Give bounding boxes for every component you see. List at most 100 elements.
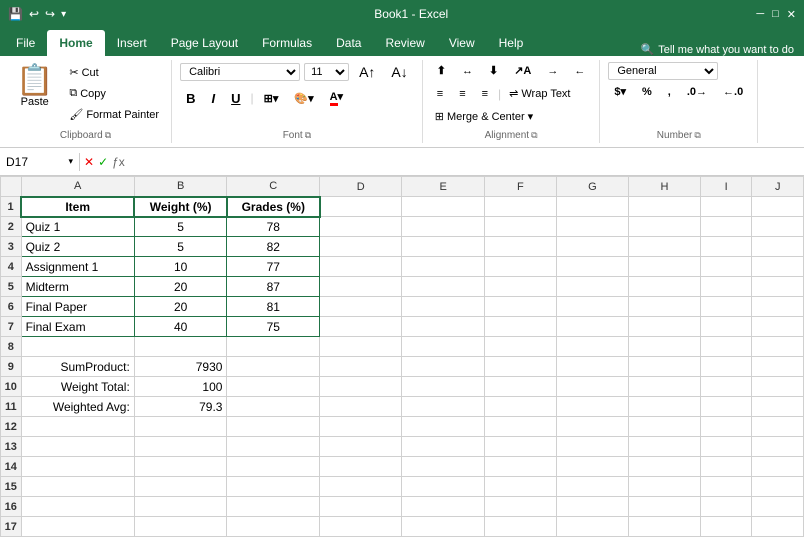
cell-10-G[interactable] (556, 377, 628, 397)
cell-13-D[interactable] (320, 437, 402, 457)
cell-17-B[interactable] (134, 517, 227, 537)
font-family-select[interactable]: Calibri Arial Times New Roman (180, 63, 300, 81)
cell-11-H[interactable] (628, 397, 700, 417)
cell-13-E[interactable] (402, 437, 484, 457)
cell-17-C[interactable] (227, 517, 320, 537)
cell-2-I[interactable] (700, 217, 751, 237)
row-header-6[interactable]: 6 (1, 297, 22, 317)
cell-9-A[interactable]: SumProduct: (21, 357, 134, 377)
col-header-b[interactable]: B (134, 177, 227, 197)
fill-color-button[interactable]: 🎨▾ (288, 90, 319, 107)
cell-9-H[interactable] (628, 357, 700, 377)
insert-function-icon[interactable]: ƒx (112, 155, 125, 169)
col-header-i[interactable]: I (700, 177, 751, 197)
cell-11-F[interactable] (484, 397, 556, 417)
cell-12-C[interactable] (227, 417, 320, 437)
cell-8-B[interactable] (134, 337, 227, 357)
cell-14-G[interactable] (556, 457, 628, 477)
cell-1-B[interactable]: Weight (%) (134, 197, 227, 217)
comma-button[interactable]: , (662, 84, 677, 100)
confirm-formula-icon[interactable]: ✓ (98, 155, 108, 169)
cell-6-F[interactable] (484, 297, 556, 317)
cell-1-C[interactable]: Grades (%) (227, 197, 320, 217)
cell-11-C[interactable] (227, 397, 320, 417)
cell-11-I[interactable] (700, 397, 751, 417)
cell-16-E[interactable] (402, 497, 484, 517)
cell-17-A[interactable] (21, 517, 134, 537)
cell-8-I[interactable] (700, 337, 751, 357)
cell-6-B[interactable]: 20 (134, 297, 227, 317)
align-middle-button[interactable]: ↔ (456, 63, 479, 79)
cell-6-C[interactable]: 81 (227, 297, 320, 317)
bold-button[interactable]: B (180, 89, 201, 108)
decrease-decimal-button[interactable]: ←.0 (717, 84, 749, 100)
orientation-button[interactable]: ↗A (508, 62, 537, 79)
row-header-3[interactable]: 3 (1, 237, 22, 257)
cell-2-F[interactable] (484, 217, 556, 237)
cell-5-G[interactable] (556, 277, 628, 297)
tell-me-text[interactable]: Tell me what you want to do (658, 44, 794, 56)
cell-3-D[interactable] (320, 237, 402, 257)
row-header-5[interactable]: 5 (1, 277, 22, 297)
cell-4-J[interactable] (752, 257, 804, 277)
row-header-9[interactable]: 9 (1, 357, 22, 377)
col-header-a[interactable]: A (21, 177, 134, 197)
merge-center-button[interactable]: ⊞ Merge & Center ▾ (431, 108, 537, 125)
cell-10-J[interactable] (752, 377, 804, 397)
cell-4-H[interactable] (628, 257, 700, 277)
formula-input[interactable] (129, 153, 804, 171)
cell-14-F[interactable] (484, 457, 556, 477)
merge-dropdown-icon[interactable]: ▾ (528, 110, 534, 123)
cell-4-A[interactable]: Assignment 1 (21, 257, 134, 277)
tab-view[interactable]: View (437, 30, 487, 56)
cell-7-F[interactable] (484, 317, 556, 337)
cell-7-G[interactable] (556, 317, 628, 337)
cell-8-C[interactable] (227, 337, 320, 357)
cell-15-I[interactable] (700, 477, 751, 497)
cell-5-J[interactable] (752, 277, 804, 297)
col-header-d[interactable]: D (320, 177, 402, 197)
cell-16-A[interactable] (21, 497, 134, 517)
cell-14-H[interactable] (628, 457, 700, 477)
cell-4-G[interactable] (556, 257, 628, 277)
cell-2-G[interactable] (556, 217, 628, 237)
cell-14-B[interactable] (134, 457, 227, 477)
cell-8-G[interactable] (556, 337, 628, 357)
cell-17-E[interactable] (402, 517, 484, 537)
cell-15-F[interactable] (484, 477, 556, 497)
increase-decimal-button[interactable]: .0→ (681, 84, 713, 100)
cell-12-J[interactable] (752, 417, 804, 437)
paste-button[interactable]: 📋 Paste (8, 62, 61, 112)
cell-13-A[interactable] (21, 437, 134, 457)
cell-3-F[interactable] (484, 237, 556, 257)
cell-5-F[interactable] (484, 277, 556, 297)
tab-review[interactable]: Review (373, 30, 436, 56)
cell-10-F[interactable] (484, 377, 556, 397)
cell-9-F[interactable] (484, 357, 556, 377)
number-format-select[interactable]: General Number Currency Percentage (608, 62, 718, 80)
close-button[interactable]: ✕ (787, 8, 796, 21)
save-icon[interactable]: 💾 (8, 7, 23, 21)
cell-3-B[interactable]: 5 (134, 237, 227, 257)
row-header-4[interactable]: 4 (1, 257, 22, 277)
cell-14-J[interactable] (752, 457, 804, 477)
cell-8-J[interactable] (752, 337, 804, 357)
cell-14-D[interactable] (320, 457, 402, 477)
cell-16-D[interactable] (320, 497, 402, 517)
cell-13-F[interactable] (484, 437, 556, 457)
cell-14-C[interactable] (227, 457, 320, 477)
cell-11-E[interactable] (402, 397, 484, 417)
cell-15-B[interactable] (134, 477, 227, 497)
cell-5-H[interactable] (628, 277, 700, 297)
cell-8-D[interactable] (320, 337, 402, 357)
cell-16-F[interactable] (484, 497, 556, 517)
cell-15-J[interactable] (752, 477, 804, 497)
cell-5-D[interactable] (320, 277, 402, 297)
row-header-13[interactable]: 13 (1, 437, 22, 457)
col-header-c[interactable]: C (227, 177, 320, 197)
cell-13-H[interactable] (628, 437, 700, 457)
row-header-12[interactable]: 12 (1, 417, 22, 437)
cell-7-H[interactable] (628, 317, 700, 337)
font-size-select[interactable]: 8 9 10 11 12 14 16 (304, 63, 349, 81)
cell-5-B[interactable]: 20 (134, 277, 227, 297)
